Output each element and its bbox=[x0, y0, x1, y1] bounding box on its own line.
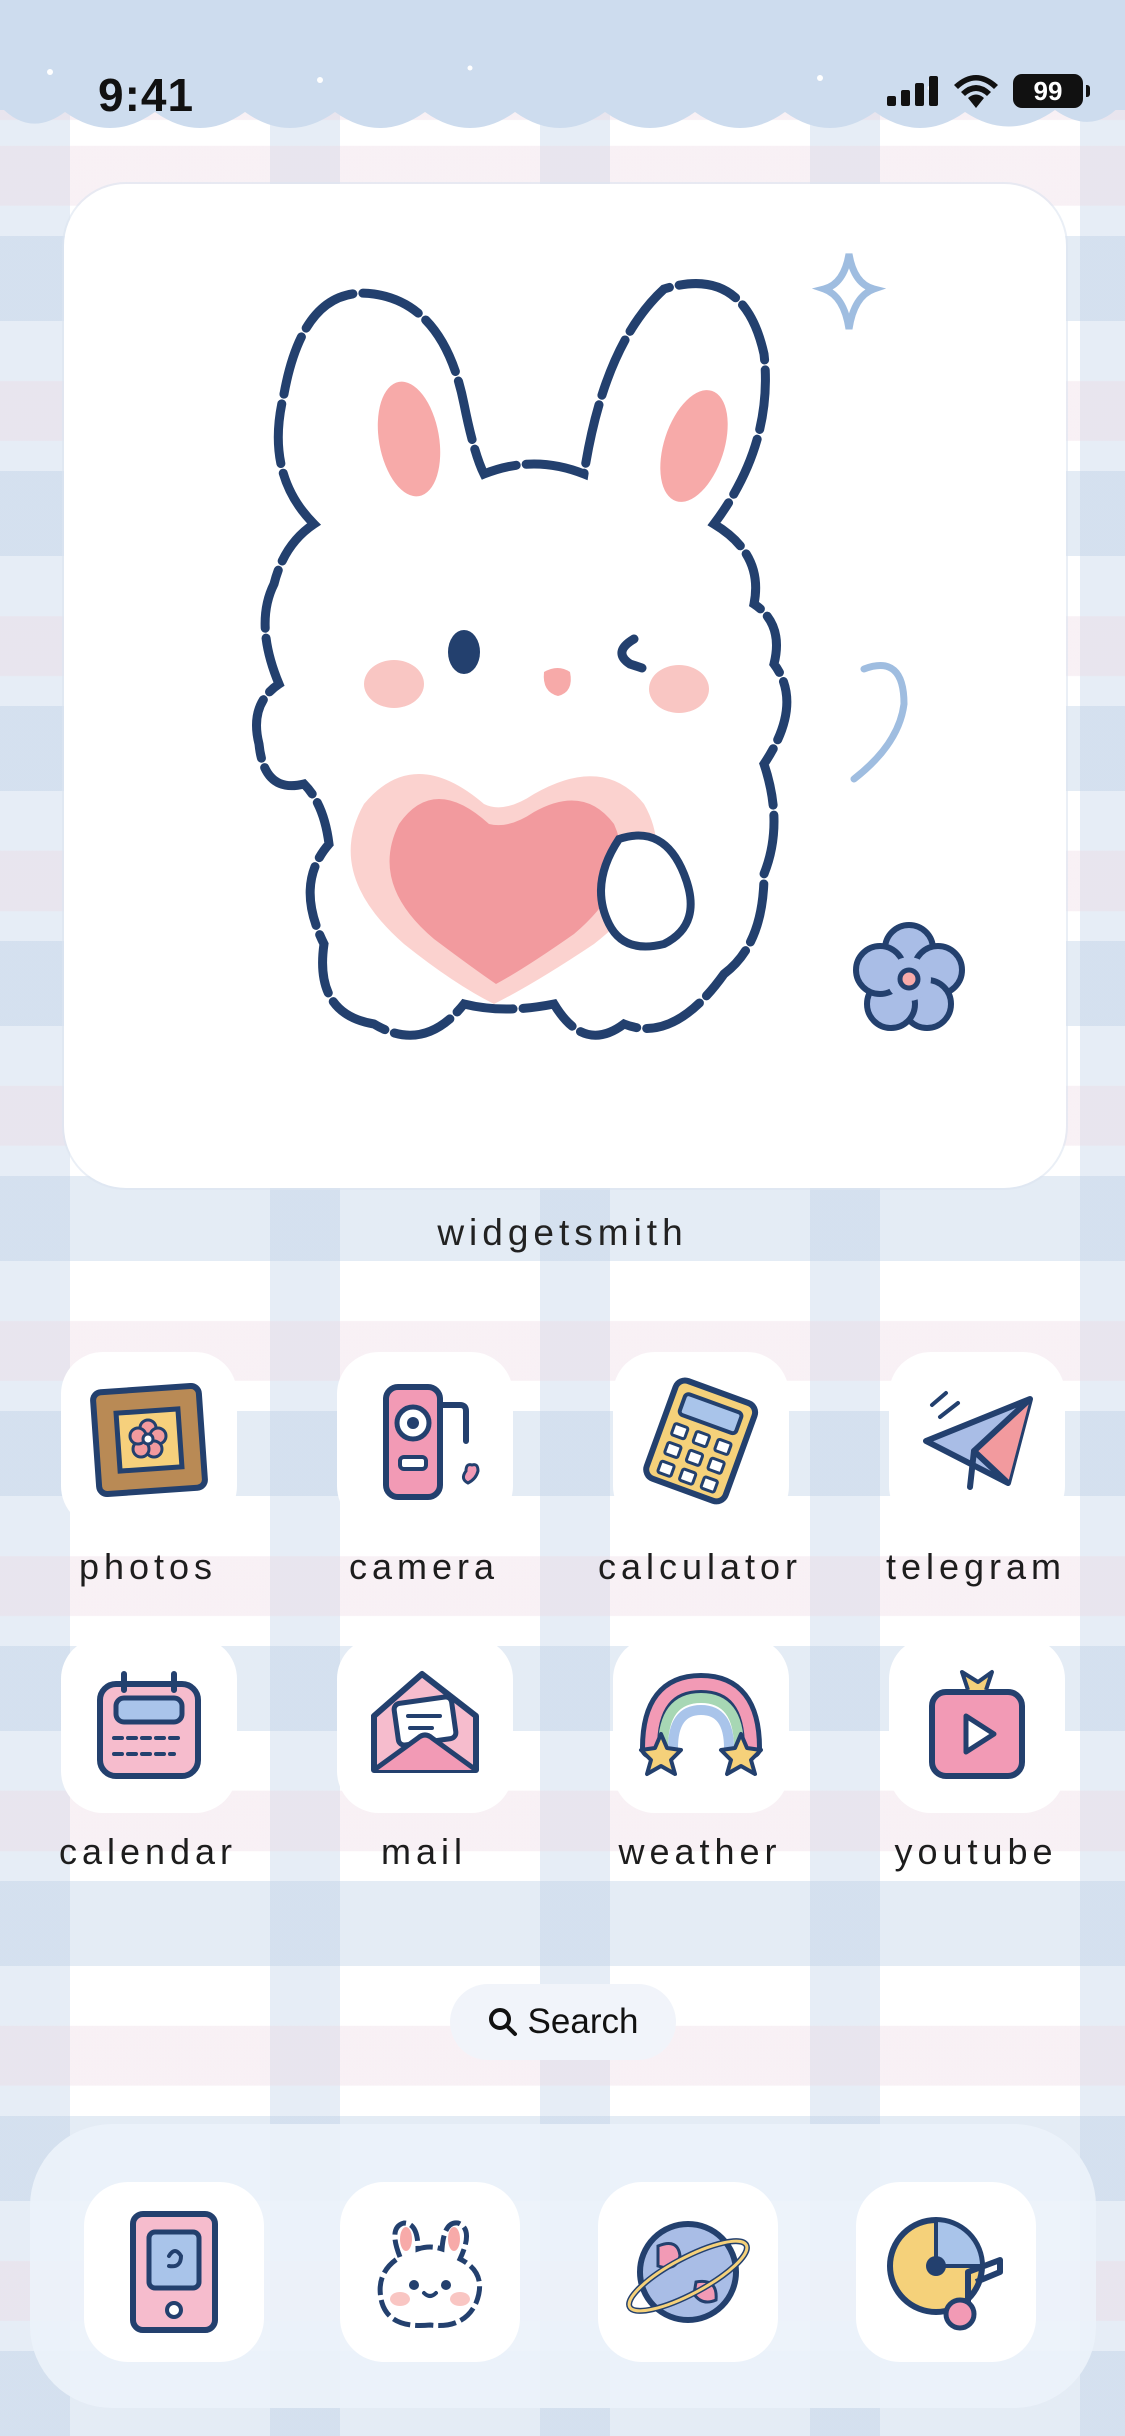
search-label: Search bbox=[527, 2002, 639, 2041]
app-tile[interactable] bbox=[889, 1352, 1065, 1528]
dock-app-bunny[interactable] bbox=[340, 2182, 520, 2362]
app-camera[interactable]: camera bbox=[309, 1352, 539, 1587]
dock-app-planet[interactable] bbox=[598, 2182, 778, 2362]
dock-app-music[interactable] bbox=[856, 2182, 1036, 2362]
cellular-signal-icon bbox=[887, 76, 938, 106]
app-photos[interactable]: photos bbox=[33, 1352, 263, 1587]
app-tile[interactable] bbox=[337, 1637, 513, 1813]
status-time: 9:41 bbox=[98, 69, 195, 121]
battery-level: 99 bbox=[1033, 75, 1063, 106]
phone-icon bbox=[130, 2211, 218, 2333]
widget-label: widgetsmith bbox=[437, 1212, 688, 1253]
telegram-icon bbox=[923, 1391, 1033, 1490]
mail-icon bbox=[371, 1671, 479, 1773]
app-tile[interactable] bbox=[337, 1352, 513, 1528]
weather-icon bbox=[639, 1672, 763, 1776]
calendar-icon bbox=[97, 1671, 201, 1779]
app-youtube[interactable]: youtube bbox=[861, 1637, 1091, 1872]
camera-icon bbox=[383, 1384, 480, 1500]
app-label: weather bbox=[618, 1831, 782, 1872]
app-label: youtube bbox=[894, 1831, 1058, 1872]
battery-indicator: 99 bbox=[1013, 74, 1090, 108]
app-label: camera bbox=[348, 1546, 500, 1587]
planet-icon bbox=[626, 2221, 750, 2323]
app-telegram[interactable]: telegram bbox=[861, 1352, 1091, 1587]
app-tile[interactable] bbox=[61, 1637, 237, 1813]
app-calendar[interactable]: calendar bbox=[33, 1637, 263, 1872]
photos-icon bbox=[90, 1382, 208, 1498]
calculator-icon bbox=[643, 1377, 759, 1505]
bunny-holding-heart-illustration bbox=[252, 253, 965, 1040]
app-calculator[interactable]: calculator bbox=[585, 1352, 815, 1587]
app-label: telegram bbox=[885, 1546, 1067, 1587]
widgetsmith-widget[interactable] bbox=[64, 184, 1066, 1188]
app-label: mail bbox=[380, 1831, 467, 1872]
app-label: calculator bbox=[597, 1546, 803, 1587]
app-tile[interactable] bbox=[613, 1352, 789, 1528]
wifi-icon bbox=[954, 75, 998, 108]
music-icon bbox=[887, 2217, 1003, 2331]
dock-app-phone[interactable] bbox=[84, 2182, 264, 2362]
bunny-face-icon bbox=[377, 2220, 482, 2329]
app-label: calendar bbox=[58, 1831, 238, 1872]
youtube-icon bbox=[929, 1670, 1025, 1779]
status-icons: 99 bbox=[887, 74, 1090, 108]
app-mail[interactable]: mail bbox=[309, 1637, 539, 1872]
app-tile[interactable] bbox=[889, 1637, 1065, 1813]
dock bbox=[30, 2124, 1096, 2408]
app-tile[interactable] bbox=[61, 1352, 237, 1528]
search-icon bbox=[488, 2008, 517, 2036]
app-label: photos bbox=[78, 1546, 218, 1587]
spotlight-search-button[interactable]: Search bbox=[450, 1984, 676, 2060]
app-tile[interactable] bbox=[613, 1637, 789, 1813]
app-weather[interactable]: weather bbox=[585, 1637, 815, 1872]
